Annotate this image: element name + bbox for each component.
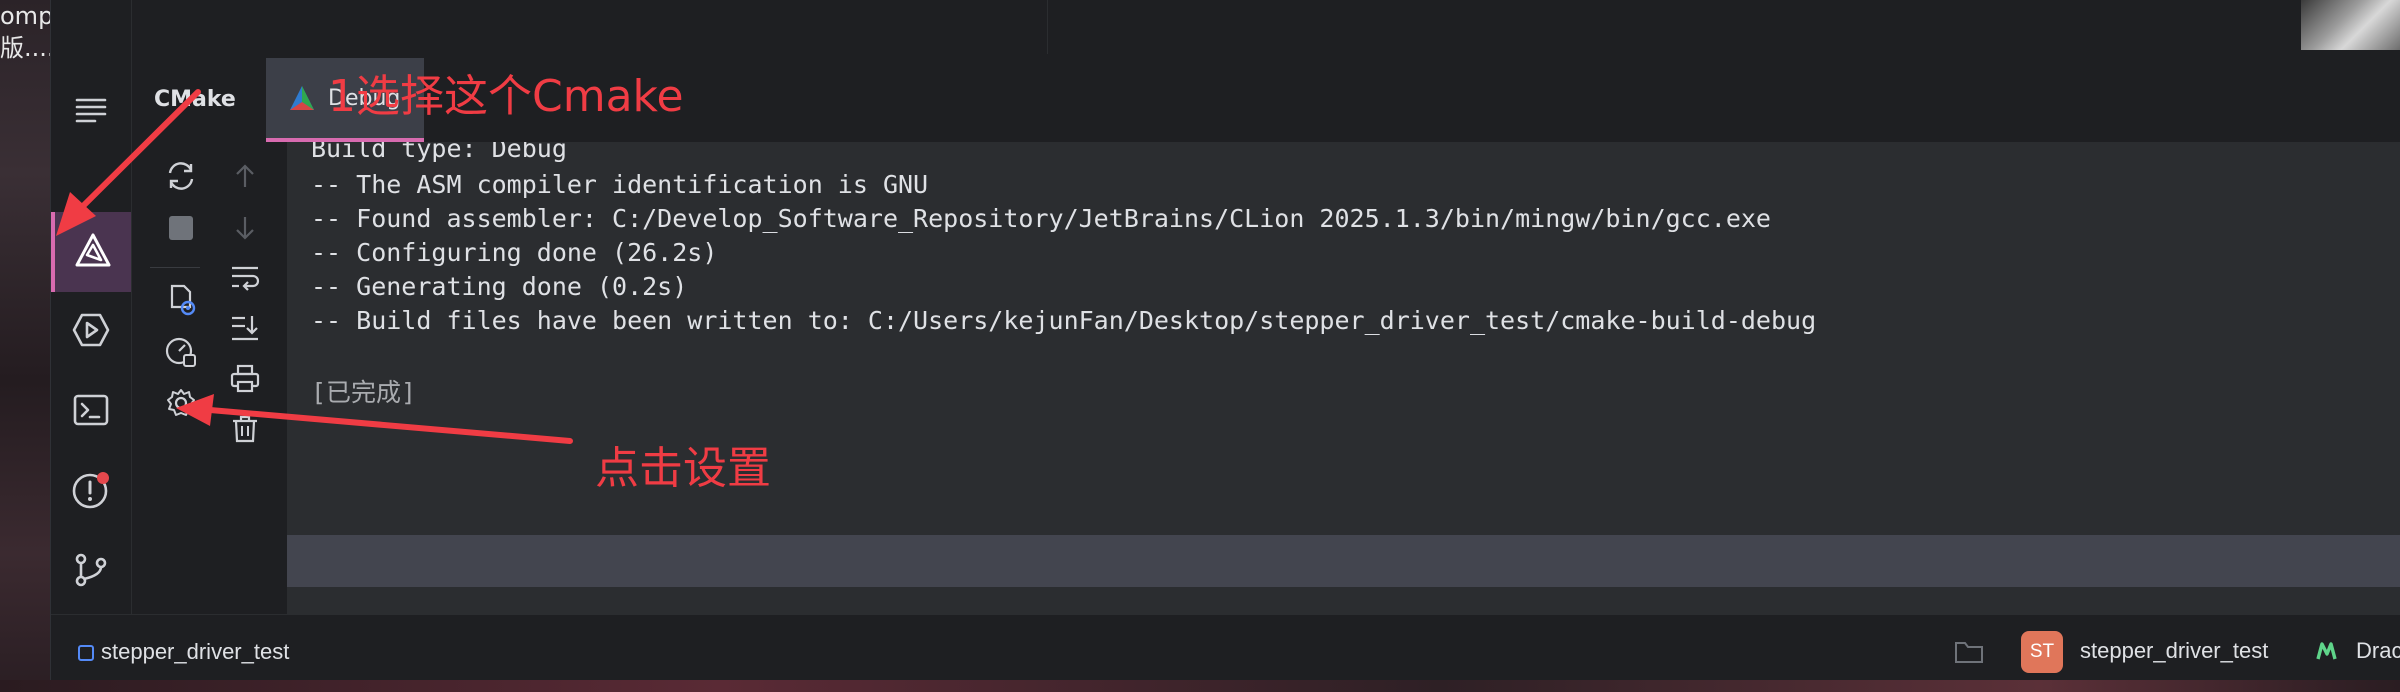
tool-window-strip (51, 54, 132, 614)
top-divider (131, 0, 132, 54)
desktop-text-line1: omp (0, 2, 54, 30)
scroll-to-end-icon (229, 312, 261, 348)
previous-occurrence-button[interactable] (225, 158, 265, 198)
structure-icon (73, 92, 109, 132)
console-line: -- Configuring done (26.2s) (311, 238, 718, 267)
print-icon (229, 363, 261, 399)
console-line: -- Found assembler: C:/Develop_Software_… (311, 204, 1771, 233)
vcs-branch-icon (2316, 640, 2342, 666)
cmake-cache-icon (164, 283, 198, 321)
cmake-actions-toolbar (132, 142, 282, 612)
run-icon (72, 311, 110, 353)
trash-icon (230, 414, 260, 448)
project-name[interactable]: stepper_driver_test (101, 639, 289, 665)
clear-all-button[interactable] (225, 411, 265, 451)
desktop-bottom-strip (0, 680, 2400, 692)
profile-button[interactable] (161, 334, 201, 374)
problems-button[interactable] (51, 452, 131, 532)
tool-window-title: CMake (154, 87, 236, 112)
desktop-text: omp 版.... (0, 0, 55, 64)
status-trailing-text[interactable]: Drac (2356, 638, 2400, 664)
console-line: Build type: Debug (311, 142, 567, 163)
stop-icon (167, 214, 195, 246)
annotation-select-cmake: 1选择这个Cmake (328, 71, 684, 122)
scroll-to-end-button[interactable] (225, 310, 265, 350)
process-finished-text: [已完成] (311, 378, 417, 407)
soft-wrap-icon (229, 261, 261, 297)
thumbnail-image (2301, 0, 2400, 50)
profile-icon (164, 335, 198, 373)
problems-icon (71, 470, 111, 514)
structure-button[interactable] (51, 72, 131, 152)
console-line: -- The ASM compiler identification is GN… (311, 170, 929, 199)
console-line: -- Build files have been written to: C:/… (311, 306, 1817, 335)
soft-wrap-button[interactable] (225, 259, 265, 299)
folder-icon[interactable] (1954, 639, 1984, 669)
cmake-tool-window: CMake Debug Build type: Debug -- The ASM… (132, 54, 2400, 614)
git-button[interactable] (51, 532, 131, 612)
next-occurrence-button[interactable] (225, 210, 265, 250)
terminal-icon (72, 391, 110, 433)
reload-button[interactable] (161, 158, 201, 198)
cmake-tool-button[interactable] (51, 212, 131, 292)
terminal-button[interactable] (51, 372, 131, 452)
git-icon (72, 551, 110, 593)
print-button[interactable] (225, 361, 265, 401)
settings-button[interactable] (161, 385, 201, 425)
stop-button[interactable] (161, 210, 201, 250)
cmake-cache-button[interactable] (161, 282, 201, 322)
run-button[interactable] (51, 292, 131, 372)
annotation-click-settings: 点击设置 (595, 443, 771, 494)
console-output[interactable]: Build type: Debug -- The ASM compiler id… (287, 142, 2400, 614)
editor-top-area (51, 0, 2400, 55)
cmake-icon (74, 231, 112, 273)
reload-icon (164, 159, 198, 197)
up-arrow-icon (231, 162, 259, 194)
project-icon (78, 645, 94, 661)
console-line: -- Generating done (0.2s) (311, 272, 688, 301)
top-divider (1047, 0, 1048, 54)
desktop-background: omp 版.... (0, 0, 55, 692)
status-bar: stepper_driver_test ST stepper_driver_te… (51, 614, 2400, 680)
console-input-line[interactable] (287, 535, 2400, 587)
project-widget-name[interactable]: stepper_driver_test (2080, 638, 2268, 664)
project-badge[interactable]: ST (2021, 631, 2063, 673)
cmake-tab-icon (288, 84, 316, 112)
desktop-text-line2: 版.... (0, 34, 55, 62)
down-arrow-icon (231, 214, 259, 246)
gear-icon (165, 387, 197, 423)
toolbar-separator (150, 267, 200, 268)
